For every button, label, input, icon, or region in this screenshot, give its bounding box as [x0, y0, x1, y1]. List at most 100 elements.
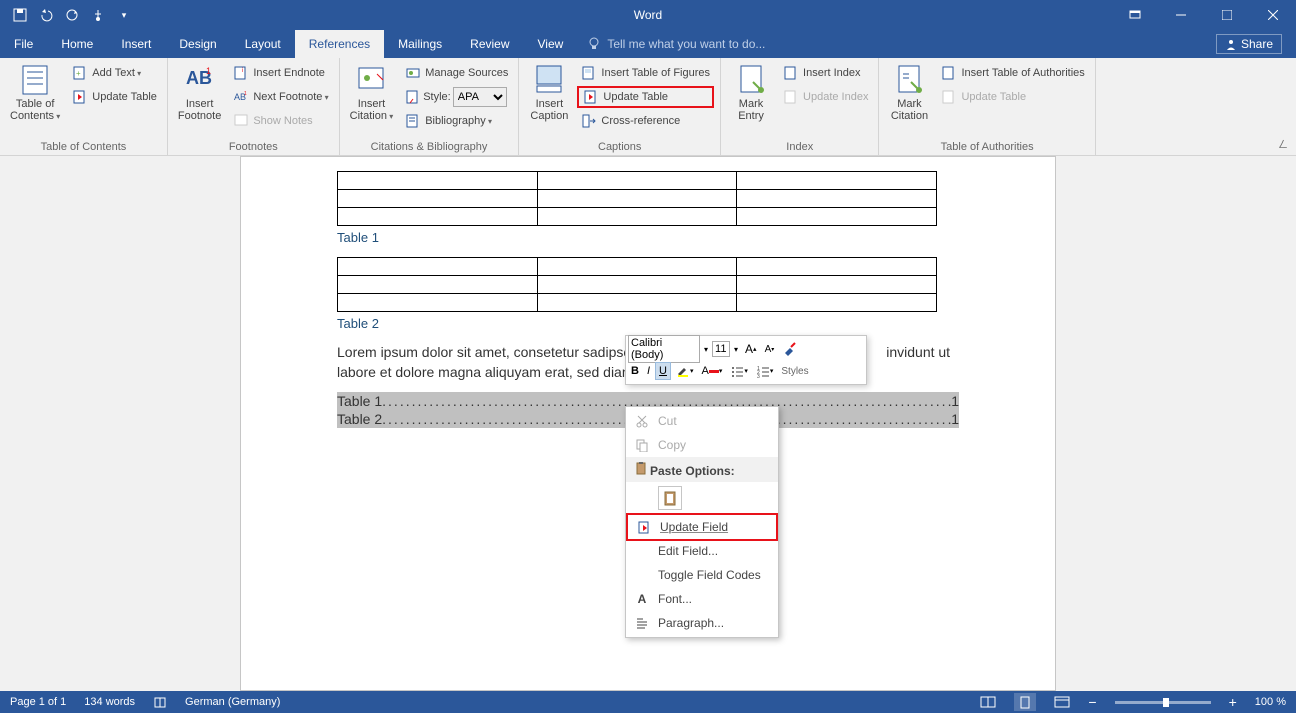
- read-mode-button[interactable]: [980, 695, 996, 709]
- insert-endnote-button[interactable]: iInsert Endnote: [229, 62, 332, 84]
- sources-icon: [405, 65, 421, 81]
- caption-table-2[interactable]: Table 2: [337, 316, 959, 331]
- ctx-edit-field[interactable]: Edit Field...: [626, 539, 778, 563]
- status-proofing[interactable]: [153, 695, 167, 709]
- minimize-button[interactable]: [1158, 0, 1204, 30]
- add-text-button[interactable]: +Add Text: [68, 62, 161, 84]
- tab-home[interactable]: Home: [47, 30, 107, 58]
- update-icon: [783, 89, 799, 105]
- insert-index-button[interactable]: Insert Index: [779, 62, 872, 84]
- bold-button[interactable]: B: [628, 363, 642, 379]
- read-icon: [980, 695, 996, 709]
- update-index-button: Update Index: [779, 86, 872, 108]
- paragraph-icon: [634, 615, 650, 631]
- table-of-contents-button[interactable]: Table of Contents: [6, 62, 64, 124]
- mark-entry-button[interactable]: Mark Entry: [727, 62, 775, 124]
- ribbon-tabs: File Home Insert Design Layout Reference…: [0, 30, 1296, 58]
- mini-toolbar: Calibri (Body)▾ 11▾ A▴ A▾ B I U ▾ A▾ ▾ 1…: [625, 335, 867, 385]
- insert-caption-button[interactable]: Insert Caption: [525, 62, 573, 124]
- bullets-icon: [730, 364, 744, 378]
- zoom-in-button[interactable]: +: [1229, 694, 1237, 710]
- update-icon: [941, 89, 957, 105]
- table-2[interactable]: [337, 257, 937, 312]
- citation-style-selector[interactable]: Style: APA: [401, 86, 512, 108]
- group-table-of-authorities: Mark Citation Insert Table of Authoritie…: [879, 58, 1095, 155]
- undo-button[interactable]: [34, 3, 58, 27]
- ctx-paste-options: [626, 482, 778, 515]
- highlight-button[interactable]: ▾: [673, 362, 697, 380]
- shrink-font-button[interactable]: A▾: [762, 342, 778, 357]
- ctx-paragraph[interactable]: Paragraph...: [626, 611, 778, 635]
- mark-citation-button[interactable]: Mark Citation: [885, 62, 933, 124]
- collapse-ribbon-button[interactable]: ㄥ: [1278, 136, 1288, 151]
- tab-insert[interactable]: Insert: [107, 30, 165, 58]
- ctx-copy: Copy: [626, 433, 778, 457]
- numbering-button[interactable]: 123▾: [753, 362, 777, 380]
- ctx-toggle-field-codes[interactable]: Toggle Field Codes: [626, 563, 778, 587]
- bibliography-button[interactable]: Bibliography: [401, 110, 512, 132]
- format-painter-button[interactable]: [779, 339, 801, 359]
- print-layout-icon: [1018, 695, 1032, 709]
- ribbon-display-button[interactable]: [1112, 0, 1158, 30]
- update-icon: [583, 89, 599, 105]
- insert-toa-button[interactable]: Insert Table of Authorities: [937, 62, 1088, 84]
- crossref-icon: [581, 113, 597, 129]
- cut-icon: [634, 413, 650, 429]
- manage-sources-button[interactable]: Manage Sources: [401, 62, 512, 84]
- tab-view[interactable]: View: [524, 30, 578, 58]
- ctx-font[interactable]: AFont...: [626, 587, 778, 611]
- underline-button[interactable]: U: [655, 362, 671, 380]
- close-button[interactable]: [1250, 0, 1296, 30]
- insert-citation-button[interactable]: Insert Citation: [346, 62, 398, 124]
- grow-font-button[interactable]: A▴: [742, 340, 760, 358]
- table-1[interactable]: [337, 171, 937, 226]
- save-button[interactable]: [8, 3, 32, 27]
- styles-button[interactable]: Styles: [778, 364, 811, 379]
- caption-table-1[interactable]: Table 1: [337, 230, 959, 245]
- clipboard-icon: [662, 490, 678, 506]
- font-size-selector[interactable]: 11: [712, 341, 730, 357]
- book-icon: [153, 695, 167, 709]
- mark-citation-icon: [893, 64, 925, 96]
- touch-mode-button[interactable]: [86, 3, 110, 27]
- status-words[interactable]: 134 words: [84, 696, 135, 708]
- context-menu: Cut Copy Paste Options: Update Field Edi…: [625, 406, 779, 638]
- tab-layout[interactable]: Layout: [231, 30, 295, 58]
- next-footnote-button[interactable]: AB1Next Footnote: [229, 86, 332, 108]
- svg-text:1: 1: [244, 91, 247, 97]
- tab-design[interactable]: Design: [165, 30, 230, 58]
- zoom-slider[interactable]: [1115, 701, 1211, 704]
- zoom-level[interactable]: 100 %: [1255, 696, 1286, 708]
- insert-table-of-figures-button[interactable]: Insert Table of Figures: [577, 62, 714, 84]
- status-language[interactable]: German (Germany): [185, 696, 280, 708]
- tab-mailings[interactable]: Mailings: [384, 30, 456, 58]
- paste-keep-formatting-button[interactable]: [658, 486, 682, 510]
- print-layout-button[interactable]: [1014, 693, 1036, 711]
- cross-reference-button[interactable]: Cross-reference: [577, 110, 714, 132]
- font-selector[interactable]: Calibri (Body): [628, 335, 700, 363]
- zoom-out-button[interactable]: −: [1088, 694, 1096, 710]
- redo-button[interactable]: [60, 3, 84, 27]
- style-dropdown[interactable]: APA: [453, 87, 507, 107]
- brush-icon: [782, 341, 798, 357]
- lightbulb-icon: [587, 37, 601, 51]
- tab-file[interactable]: File: [0, 30, 47, 58]
- style-icon: [405, 89, 421, 105]
- share-button[interactable]: Share: [1202, 30, 1296, 58]
- qat-customize-button[interactable]: ▾: [112, 3, 136, 27]
- bullets-button[interactable]: ▾: [727, 362, 751, 380]
- status-page[interactable]: Page 1 of 1: [10, 696, 66, 708]
- italic-button[interactable]: I: [644, 363, 653, 379]
- tab-review[interactable]: Review: [456, 30, 523, 58]
- window-buttons: [1112, 0, 1296, 30]
- update-toa-button: Update Table: [937, 86, 1088, 108]
- update-toc-button[interactable]: Update Table: [68, 86, 161, 108]
- maximize-button[interactable]: [1204, 0, 1250, 30]
- ctx-update-field[interactable]: Update Field: [628, 515, 776, 539]
- tell-me-search[interactable]: Tell me what you want to do...: [577, 30, 775, 58]
- font-color-button[interactable]: A▾: [698, 363, 725, 379]
- tab-references[interactable]: References: [295, 30, 384, 58]
- update-captions-table-button[interactable]: Update Table: [577, 86, 714, 108]
- web-layout-button[interactable]: [1054, 695, 1070, 709]
- insert-footnote-button[interactable]: AB1 Insert Footnote: [174, 62, 225, 124]
